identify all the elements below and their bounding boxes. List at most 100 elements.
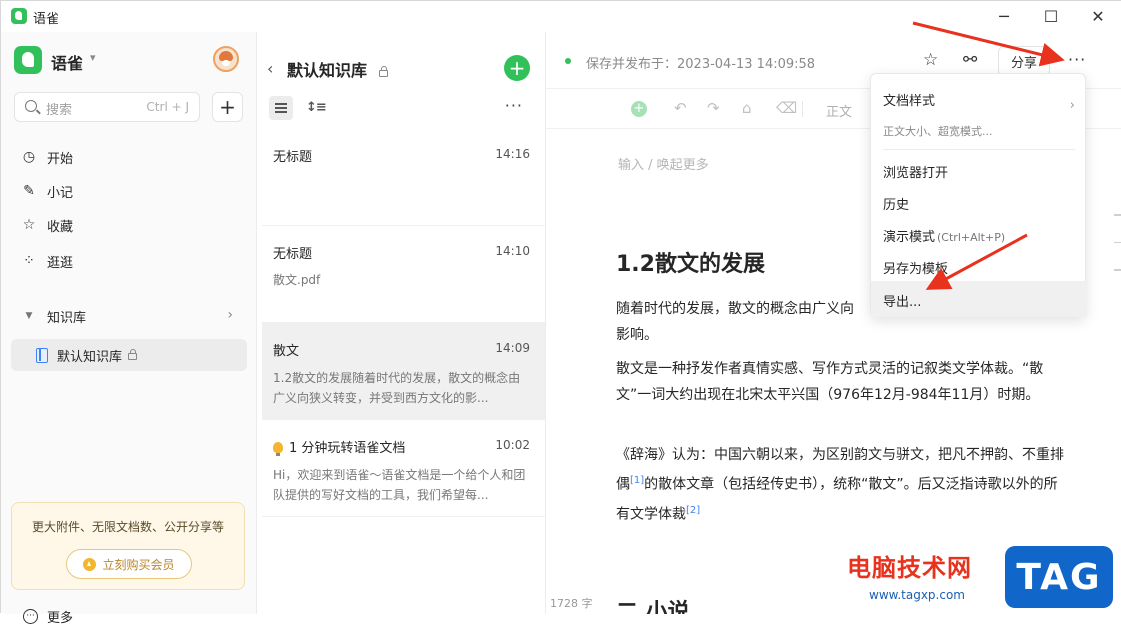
search-input[interactable]: 搜索 Ctrl + J (14, 92, 200, 122)
add-button[interactable]: + (212, 92, 243, 122)
star-icon[interactable]: ☆ (923, 50, 938, 70)
chevron-down-icon[interactable]: ▾ (90, 51, 96, 64)
share-network-icon[interactable]: ⚯ (963, 50, 977, 70)
more-button[interactable]: ··· 更多 (11, 602, 73, 630)
yuque-logo-icon (11, 8, 27, 24)
new-doc-button[interactable]: + (504, 55, 530, 81)
footnote-link[interactable]: [2] (686, 505, 700, 516)
sidebar-item-label: 收藏 (47, 219, 74, 235)
paragraph-text: 随着时代的发展，散文的概念由广义向 (616, 301, 854, 317)
knowledge-base-item[interactable]: 默认知识库 (11, 339, 247, 371)
more-options-icon[interactable]: ··· (505, 96, 523, 115)
doc-heading[interactable]: 二 小说 (616, 594, 690, 614)
menu-item-save-template[interactable]: 另存为模板 (871, 248, 1087, 284)
search-icon (25, 100, 37, 112)
menu-item-history[interactable]: 历史 (871, 184, 1087, 220)
menu-item-export[interactable]: 导出... (871, 281, 1087, 317)
more-circle-icon: ··· (23, 608, 38, 624)
menu-item-label: 另存为模板 (883, 262, 949, 277)
doc-list-item[interactable]: 1 分钟玩转语雀文档 10:02 Hi，欢迎来到语雀～语雀文档是一个给个人和团队… (262, 420, 545, 517)
more-label: 更多 (47, 610, 74, 626)
sidebar: 语雀 ▾ 搜索 Ctrl + J + ◷ 开始 ✎ 小记 ☆ 收藏 ⁘ 逛逛 ▼… (1, 32, 257, 626)
back-chevron-icon[interactable]: ‹ (267, 59, 273, 78)
sidebar-item-notes[interactable]: ✎ 小记 (11, 175, 247, 207)
paragraph-text: 影响。 (616, 327, 658, 343)
minimize-button[interactable]: ─ (981, 1, 1027, 32)
promo-text: 更大附件、无限文档数、公开分享等 (31, 520, 224, 534)
menu-item-present[interactable]: 演示模式 (Ctrl+Alt+P) (871, 216, 1087, 252)
paragraph-text: 的散体文章（包括经传史书），统称“散文”。后又泛指诗歌以外的所有文学体裁 (616, 476, 1058, 523)
doc-heading[interactable]: 1.2散文的发展 (616, 246, 765, 278)
title-bar: 语雀 ─ ☐ ✕ (1, 1, 1121, 32)
clear-format-icon[interactable]: ⌫ (776, 99, 797, 117)
grid-icon: ⁘ (23, 253, 35, 269)
lock-icon (128, 348, 138, 360)
doc-title-row: 1 分钟玩转语雀文档 (273, 437, 405, 456)
search-shortcut: Ctrl + J (146, 100, 189, 114)
app-window: 语雀 ─ ☐ ✕ 语雀 ▾ 搜索 Ctrl + J + ◷ 开始 ✎ 小记 ☆ … (0, 0, 1121, 626)
doc-paragraph[interactable]: 《辞海》认为：中国六朝以来，为区别韵文与骈文，把凡不押韵、不重排偶[1]的散体文… (616, 442, 1071, 527)
save-status: 保存并发布于：2023-04-13 14:09:58 (586, 57, 816, 72)
knowledge-base-section[interactable]: ▼ 知识库 › (11, 300, 247, 332)
sidebar-item-start[interactable]: ◷ 开始 (11, 141, 247, 173)
buy-membership-button[interactable]: 立刻购买会员 (66, 549, 192, 579)
brand-name[interactable]: 语雀 (51, 50, 83, 74)
book-icon (36, 347, 48, 363)
brand-logo-icon (14, 46, 42, 74)
avatar[interactable] (213, 46, 239, 72)
doc-title: 1 分钟玩转语雀文档 (289, 441, 406, 456)
menu-item-doc-style[interactable]: 文档样式 正文大小、超宽模式... › (871, 80, 1087, 144)
doc-time: 10:02 (495, 438, 530, 452)
clock-icon: ◷ (22, 149, 36, 165)
doc-title: 无标题 (273, 150, 313, 165)
sidebar-item-favorites[interactable]: ☆ 收藏 (11, 209, 247, 241)
share-button[interactable]: 分享 (998, 46, 1050, 76)
watermark-text: 电脑技术网 (847, 554, 972, 582)
doc-snippet: 1.2散文的发展随着时代的发展，散文的概念由广义向狭义转变，并受到西方文化的影.… (273, 371, 521, 405)
undo-icon[interactable]: ↶ (674, 99, 687, 117)
doc-time: 14:16 (495, 147, 530, 161)
editor-placeholder[interactable]: 输入 / 唤起更多 (618, 154, 709, 173)
sidebar-item-explore[interactable]: ⁘ 逛逛 (11, 245, 247, 277)
footnote-link[interactable]: [1] (630, 475, 644, 486)
close-button[interactable]: ✕ (1075, 1, 1121, 32)
toolbar-divider (802, 101, 803, 117)
list-view-icon[interactable] (269, 96, 293, 120)
outline-indicator[interactable] (1114, 214, 1121, 297)
doc-time: 14:09 (495, 341, 530, 355)
upgrade-icon (83, 557, 97, 571)
tree-view-icon[interactable]: ↕≡ (306, 100, 327, 115)
lock-icon (378, 66, 388, 77)
menu-item-label: 浏览器打开 (883, 166, 949, 181)
more-options-menu: 文档样式 正文大小、超宽模式... › 浏览器打开 历史 演示模式 (Ctrl+A… (870, 73, 1087, 317)
paragraph-style-select[interactable]: 正文 (826, 101, 852, 120)
promo-card: 更大附件、无限文档数、公开分享等 立刻购买会员 (11, 502, 245, 590)
doc-time: 14:10 (495, 244, 530, 258)
star-icon: ☆ (22, 217, 36, 233)
menu-divider (883, 149, 1075, 150)
menu-item-open-browser[interactable]: 浏览器打开 (871, 152, 1087, 188)
more-options-icon[interactable]: ··· (1068, 50, 1086, 69)
menu-item-label: 历史 (883, 198, 910, 213)
format-painter-icon[interactable]: ⌂ (742, 99, 752, 117)
doc-list-item-active[interactable]: 散文 14:09 1.2散文的发展随着时代的发展，散文的概念由广义向狭义转变，并… (262, 323, 545, 420)
buy-membership-label: 立刻购买会员 (102, 557, 175, 572)
insert-plus-icon[interactable]: + (631, 101, 647, 117)
sidebar-item-label: 开始 (47, 151, 74, 167)
doc-list-title: 默认知识库 (287, 57, 388, 81)
shortcut-hint: (Ctrl+Alt+P) (937, 231, 1006, 244)
doc-list-item[interactable]: 无标题 14:10 散文.pdf (262, 226, 545, 323)
doc-list-item[interactable]: 无标题 14:16 (262, 129, 545, 226)
doc-paragraph[interactable]: 散文是一种抒发作者真情实感、写作方式灵活的记叙类文学体裁。“散文”一词大约出现在… (616, 356, 1071, 408)
section-label: 知识库 (47, 310, 87, 326)
maximize-button[interactable]: ☐ (1028, 1, 1074, 32)
present-label: 演示模式 (883, 230, 936, 245)
doc-snippet: 散文.pdf (273, 273, 321, 287)
redo-icon[interactable]: ↷ (707, 99, 720, 117)
chevron-right-icon[interactable]: › (227, 307, 233, 323)
caret-down-icon: ▼ (25, 311, 33, 321)
lightbulb-icon (273, 442, 283, 456)
menu-item-label: 导出... (883, 295, 922, 310)
status-dot-icon (565, 58, 571, 64)
watermark: 电脑技术网 www.tagxp.com TAG (847, 546, 1117, 610)
